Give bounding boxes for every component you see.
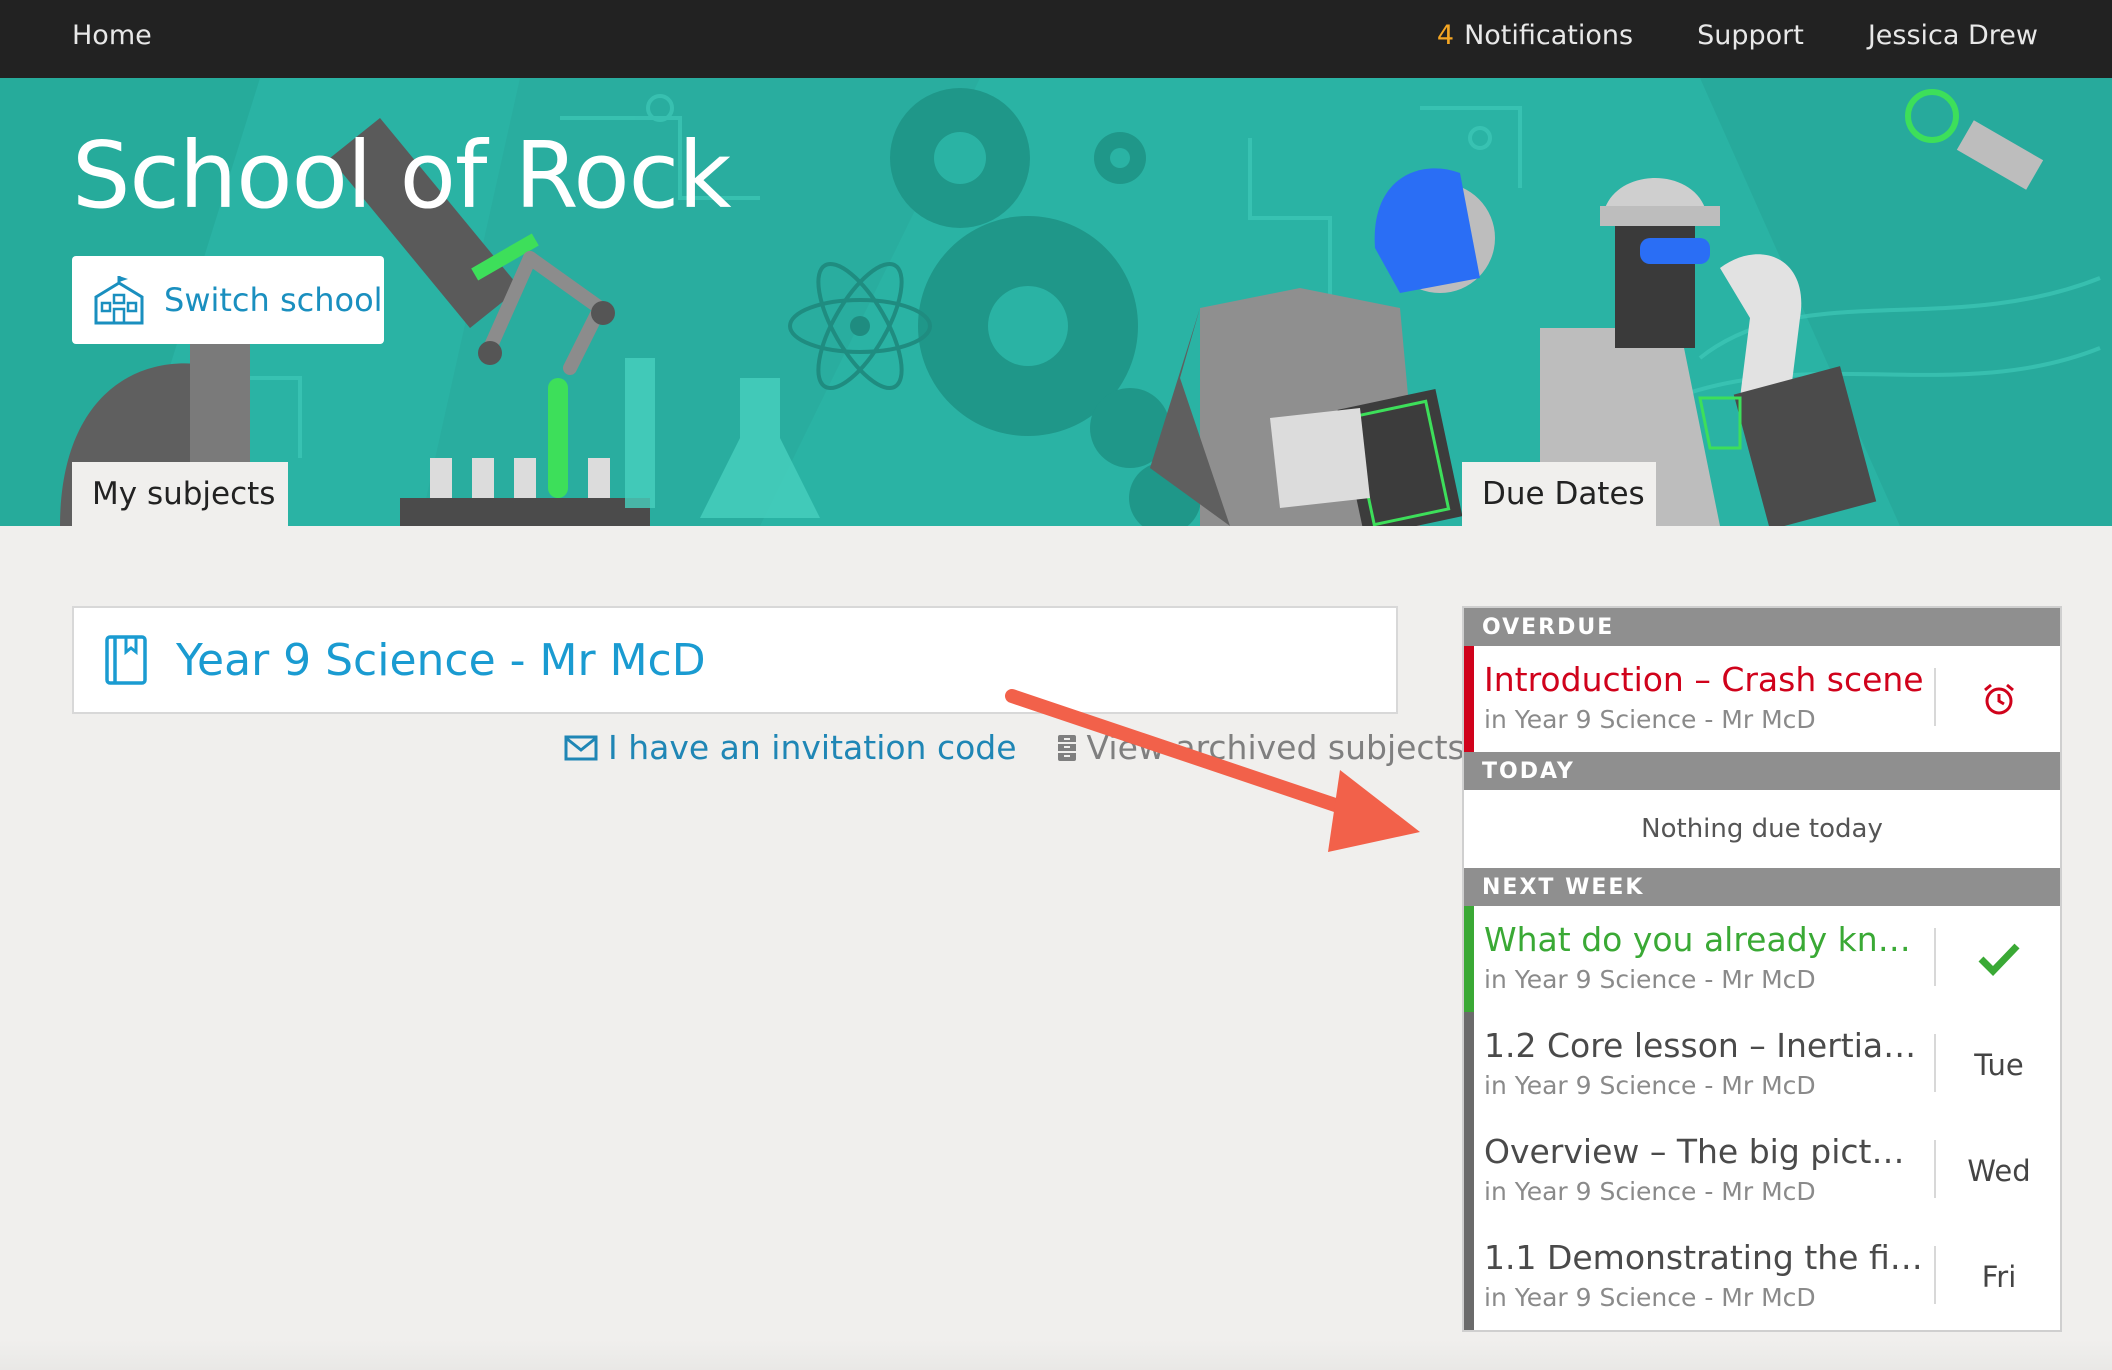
tab-due-dates[interactable]: Due Dates — [1462, 462, 1656, 526]
alarm-clock-icon — [1984, 683, 2014, 715]
completed-status-bar — [1464, 906, 1474, 1012]
nav-notifications-link[interactable]: 4 Notifications — [1437, 20, 1633, 51]
nav-home-link[interactable]: Home — [72, 20, 152, 51]
due-item-pending[interactable]: Overview – The big picture in Year 9 Sci… — [1464, 1118, 2060, 1224]
due-item-overdue[interactable]: Introduction – Crash scene in Year 9 Sci… — [1464, 646, 2060, 752]
due-item-day: Tue — [1974, 1048, 2024, 1082]
pending-status-bar — [1464, 1224, 1474, 1330]
notification-count-badge: 4 — [1436, 20, 1455, 51]
nav-user-menu[interactable]: Jessica Drew — [1868, 20, 2038, 51]
page-footer-shade — [0, 1340, 2112, 1370]
subject-title: Year 9 Science - Mr McD — [176, 634, 706, 686]
subject-card[interactable]: Year 9 Science - Mr McD — [72, 606, 1398, 714]
today-empty-message: Nothing due today — [1641, 814, 1883, 844]
due-item-pending[interactable]: 1.2 Core lesson – Inertia an... in Year … — [1464, 1012, 2060, 1118]
tab-my-subjects[interactable]: My subjects — [72, 462, 288, 526]
due-item-title: Introduction – Crash scene — [1484, 660, 1924, 699]
next-week-section-header: NEXT WEEK — [1464, 868, 2060, 906]
today-section-header: TODAY — [1464, 752, 2060, 790]
switch-school-button[interactable]: Switch school — [72, 256, 384, 344]
subject-links: I have an invitation code View archived … — [564, 728, 1465, 767]
due-item-title: 1.1 Demonstrating the first ... — [1484, 1238, 1924, 1277]
overdue-section-header: OVERDUE — [1464, 608, 2060, 646]
envelope-icon — [564, 735, 598, 760]
due-item-day: Wed — [1967, 1154, 2031, 1188]
due-item-status — [1936, 646, 2062, 752]
due-item-title: Overview – The big picture — [1484, 1132, 1924, 1171]
overdue-status-bar — [1464, 646, 1474, 752]
due-item-status — [1936, 906, 2062, 1012]
nav-notifications-label: Notifications — [1464, 20, 1634, 51]
school-building-icon — [94, 276, 144, 325]
due-dates-panel: OVERDUE Introduction – Crash scene in Ye… — [1462, 606, 2062, 1332]
archive-cabinet-icon — [1057, 734, 1076, 761]
book-icon — [105, 635, 147, 685]
view-archived-label: View archived subjects — [1086, 728, 1465, 767]
switch-school-label: Switch school — [164, 281, 383, 319]
top-nav: Home 4 Notifications Support Jessica Drew — [0, 0, 2112, 78]
due-item-completed[interactable]: What do you already know? in Year 9 Scie… — [1464, 906, 2060, 1012]
checkmark-icon — [1978, 943, 2020, 976]
invitation-code-link[interactable]: I have an invitation code — [564, 728, 1017, 767]
school-title: School of Rock — [72, 122, 732, 229]
due-item-title: 1.2 Core lesson – Inertia an... — [1484, 1026, 1924, 1065]
pending-status-bar — [1464, 1012, 1474, 1118]
invitation-code-label: I have an invitation code — [608, 728, 1017, 767]
due-item-title: What do you already know? — [1484, 920, 1924, 959]
nav-right: 4 Notifications Support Jessica Drew — [1437, 20, 2038, 51]
view-archived-link[interactable]: View archived subjects — [1057, 728, 1465, 767]
due-item-day: Fri — [1981, 1260, 2017, 1294]
school-banner: School of Rock Switch school My subjects… — [0, 78, 2112, 526]
nav-support-link[interactable]: Support — [1697, 20, 1804, 51]
due-item-pending[interactable]: 1.1 Demonstrating the first ... in Year … — [1464, 1224, 2060, 1330]
pending-status-bar — [1464, 1118, 1474, 1224]
